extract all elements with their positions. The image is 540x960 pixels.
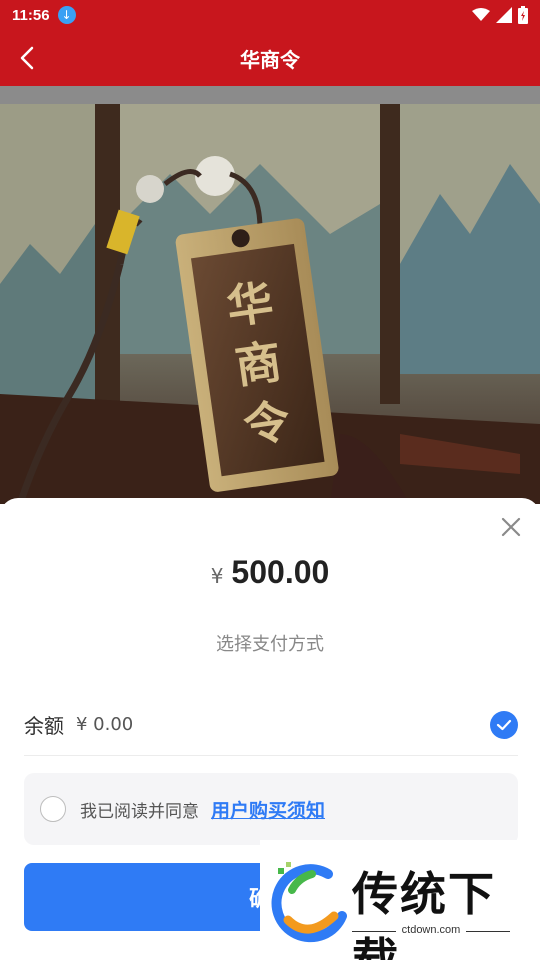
nav-bar: 华商令 [0, 30, 540, 86]
token-char-1: 华 [223, 275, 276, 335]
watermark-line-right [466, 931, 510, 932]
pay-method-title: 选择支付方式 [216, 634, 324, 655]
divider-strip [0, 86, 540, 104]
watermark: 传统下载 ctdown.com [260, 840, 540, 960]
battery-icon [518, 6, 528, 24]
purchase-terms-link[interactable]: 用户购买须知 [211, 796, 325, 823]
currency-symbol: ¥ [210, 564, 224, 588]
product-image: 华 商 令 [0, 104, 540, 504]
status-icons [472, 6, 528, 24]
download-icon: ↓ [57, 6, 76, 24]
watermark-logo-icon [271, 862, 347, 943]
balance-label: 余额 [24, 714, 64, 738]
payment-amount: ¥ 500.00 [0, 554, 540, 591]
token-char-3: 令 [240, 393, 294, 453]
status-bar: 11:56 ↓ [0, 0, 540, 30]
wifi-icon [472, 8, 490, 21]
amount-value: 500.00 [231, 554, 330, 590]
agreement-box: 我已阅读并同意 用户购买须知 [24, 773, 518, 845]
balance-value: ¥ 0.00 [76, 714, 134, 735]
balance-payment-option[interactable]: 余额 ¥ 0.00 [24, 694, 518, 756]
page-title: 华商令 [240, 47, 300, 72]
agree-radio[interactable] [40, 796, 66, 822]
close-icon[interactable] [500, 516, 522, 538]
watermark-brand: 传统下载 [352, 867, 496, 960]
token-char-2: 商 [232, 334, 285, 394]
check-icon[interactable] [490, 710, 518, 739]
agree-text: 我已阅读并同意 [80, 801, 199, 822]
signal-icon [496, 7, 512, 23]
watermark-domain: ctdown.com [401, 924, 461, 936]
chevron-left-icon[interactable] [14, 44, 42, 72]
status-time: 11:56 [12, 6, 50, 24]
